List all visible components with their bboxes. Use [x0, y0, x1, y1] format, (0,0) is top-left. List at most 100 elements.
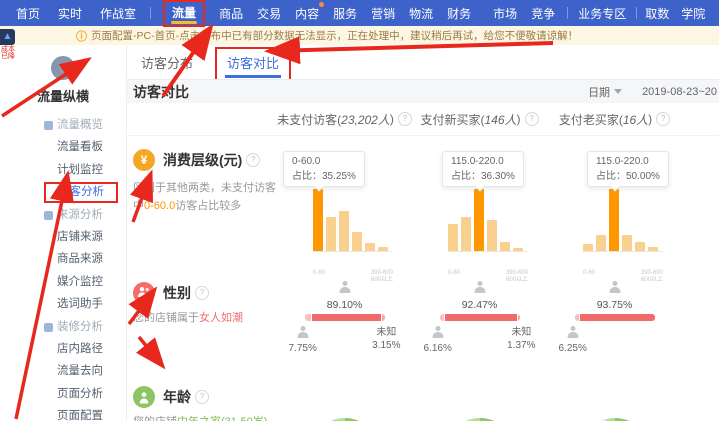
chart-tooltip: 0-60.0占比：35.25%: [283, 151, 365, 187]
tab-1[interactable]: 访客分布: [133, 49, 201, 76]
dock-label: 成本已降: [0, 46, 16, 60]
sidebar-item-3[interactable]: 计划监控: [0, 159, 126, 181]
sidebar-item-4[interactable]: 访客分析: [0, 181, 126, 203]
column-headers: 未支付访客(23,202人)?支付新买家(146人)?支付老买家(16人)?: [127, 103, 719, 136]
dock-icon[interactable]: ▲: [0, 29, 15, 45]
desc-highlight: 0-60.0: [144, 200, 175, 212]
sidebar-item-12[interactable]: 流量去向: [0, 360, 126, 382]
gender-title: 性别: [163, 283, 191, 303]
male-icon: [432, 326, 443, 338]
date-value[interactable]: 2019-08-23~20: [642, 86, 717, 98]
sidebar-item-label: 页面分析: [57, 388, 103, 400]
gender-group-1: 89.10%7.75%未知3.15%: [277, 278, 412, 382]
gender-section: 性别 ? 您的店铺属于女人如潮 89.10%7.75%未知3.15%92.47%…: [127, 278, 719, 382]
nav-divider: [636, 7, 637, 19]
gender-bar: [575, 314, 655, 321]
main-content: 访客分布访客对比 访客对比 日期 2019-08-23~20 未支付访客(23,…: [127, 45, 719, 421]
sidebar-item-8[interactable]: 媒介监控: [0, 271, 126, 293]
column-header-1: 未支付访客(23,202人)?: [277, 103, 412, 135]
female-icon: [474, 281, 485, 293]
male-icon: [567, 326, 578, 338]
age-title: 年龄: [163, 387, 191, 407]
sidebar-title: 流量纵横: [0, 86, 126, 105]
male-icon: [297, 326, 308, 338]
nav-item-1[interactable]: 首页: [16, 5, 40, 22]
sidebar-item-10[interactable]: 装修分析: [0, 316, 126, 338]
sidebar-item-13[interactable]: 页面分析: [0, 383, 126, 405]
nav-item-3[interactable]: 作战室: [100, 5, 136, 22]
gender-group-2: 92.47%6.16%未知1.37%: [412, 278, 547, 382]
column-header-2: 支付新买家(146人)?: [412, 103, 547, 135]
nav-item-9[interactable]: 营销: [371, 5, 395, 22]
nav-item-13[interactable]: 竞争: [531, 5, 555, 22]
sidebar-item-6[interactable]: 店铺来源: [0, 226, 126, 248]
sidebar-item-11[interactable]: 店内路径: [0, 338, 126, 360]
nav-item-14[interactable]: 业务专区: [578, 5, 626, 22]
nav-item-2[interactable]: 实时: [58, 5, 82, 22]
nav-item-5[interactable]: 商品: [219, 5, 243, 22]
top-nav: 首页 实时 作战室 流量商品交易内容服务营销物流财务 市场竞争 业务专区 取数学院: [0, 0, 719, 26]
desc-text: 您的店铺属于: [133, 312, 199, 324]
help-icon[interactable]: ?: [525, 112, 539, 126]
nav-item-4[interactable]: 流量: [163, 0, 205, 27]
female-icon: [339, 281, 350, 293]
date-filter[interactable]: 日期 2019-08-23~20: [588, 84, 717, 100]
age-donut-1: 41-50岁36.72%: [277, 382, 412, 421]
top-nav-items: 首页 实时 作战室 流量商品交易内容服务营销物流财务 市场竞争 业务专区 取数学院: [0, 0, 705, 27]
nav-item-7[interactable]: 内容: [295, 5, 319, 22]
desc-text: 访客占比较多: [175, 200, 241, 212]
page-title: 访客对比: [133, 82, 189, 102]
sidebar-item-label: 访客分析: [44, 182, 118, 203]
help-icon[interactable]: ?: [195, 390, 209, 404]
sidebar-item-label: 页面配置: [57, 410, 103, 421]
sidebar-item-label: 媒介监控: [57, 276, 103, 288]
yen-icon: ¥: [133, 149, 155, 171]
consumption-title: 消费层级(元): [163, 150, 242, 170]
nav-item-15[interactable]: 取数: [645, 5, 669, 22]
nav-item-10[interactable]: 物流: [409, 5, 433, 22]
chart-tooltip: 115.0-220.0占比：36.30%: [442, 151, 524, 187]
help-icon[interactable]: ?: [398, 112, 412, 126]
notice-text: 页面配置-PC-首页-点击分布中已有部分数据无法显示，正在处理中，建议稍后再试，…: [91, 28, 578, 43]
menu-group-icon: [44, 121, 53, 130]
age-section: 年龄 ? 您的店铺中年之家(31-50岁) 41-50岁36.72%41-50岁…: [127, 382, 719, 421]
nav-divider: [567, 7, 568, 19]
nav-item-8[interactable]: 服务: [333, 5, 357, 22]
traffic-gauge-icon: ◔: [51, 56, 75, 80]
sidebar-item-5[interactable]: 来源分析: [0, 204, 126, 226]
sidebar-item-label: 流量看板: [57, 141, 103, 153]
nav-divider: [150, 7, 151, 19]
gender-bar: [305, 314, 385, 321]
info-icon: ⓘ: [76, 28, 87, 44]
age-donut-2: 41-50岁37.67%: [412, 382, 547, 421]
sidebar-item-label: 选词助手: [57, 298, 103, 310]
column-header-3: 支付老买家(16人)?: [547, 103, 682, 135]
nav-item-6[interactable]: 交易: [257, 5, 281, 22]
sidebar-item-label: 流量概览: [57, 119, 103, 131]
tab-bar: 访客分布访客对比: [127, 45, 305, 79]
chart-tooltip: 115.0-220.0占比：50.00%: [587, 151, 669, 187]
app-window: 首页 实时 作战室 流量商品交易内容服务营销物流财务 市场竞争 业务专区 取数学院 ⓘ 页面…: [0, 0, 719, 421]
sidebar-item-14[interactable]: 页面配置: [0, 405, 126, 421]
sidebar-item-9[interactable]: 选词助手: [0, 293, 126, 315]
nav-item-12[interactable]: 市场: [493, 5, 517, 22]
sidebar-item-7[interactable]: 商品来源: [0, 248, 126, 270]
floating-widget[interactable]: ▲ 成本已降: [0, 29, 16, 60]
date-label[interactable]: 日期: [588, 84, 610, 100]
desc-highlight: 中年之家(31-50岁): [177, 416, 267, 421]
sidebar-item-2[interactable]: 流量看板: [0, 136, 126, 158]
nav-item-11[interactable]: 财务: [447, 5, 471, 22]
help-icon[interactable]: ?: [656, 112, 670, 126]
sidebar-item-1[interactable]: 流量概览: [0, 114, 126, 136]
help-icon[interactable]: ?: [195, 286, 209, 300]
sidebar-item-label: 店铺来源: [57, 231, 103, 243]
sidebar-item-label: 计划监控: [57, 164, 103, 176]
consumption-chart-2: 115.0-220.0占比：36.30%0-60390-600600以上: [412, 145, 547, 278]
desc-highlight: 女人如潮: [199, 312, 243, 324]
help-icon[interactable]: ?: [246, 153, 260, 167]
notice-bar: ⓘ 页面配置-PC-首页-点击分布中已有部分数据无法显示，正在处理中，建议稍后再…: [0, 26, 719, 45]
sidebar-header: ◔ 流量纵横: [0, 56, 126, 105]
nav-item-16[interactable]: 学院: [681, 5, 705, 22]
sidebar: ◔ 流量纵横 流量概览流量看板计划监控访客分析来源分析店铺来源商品来源媒介监控选…: [0, 45, 127, 421]
bar-chart: [313, 187, 393, 252]
